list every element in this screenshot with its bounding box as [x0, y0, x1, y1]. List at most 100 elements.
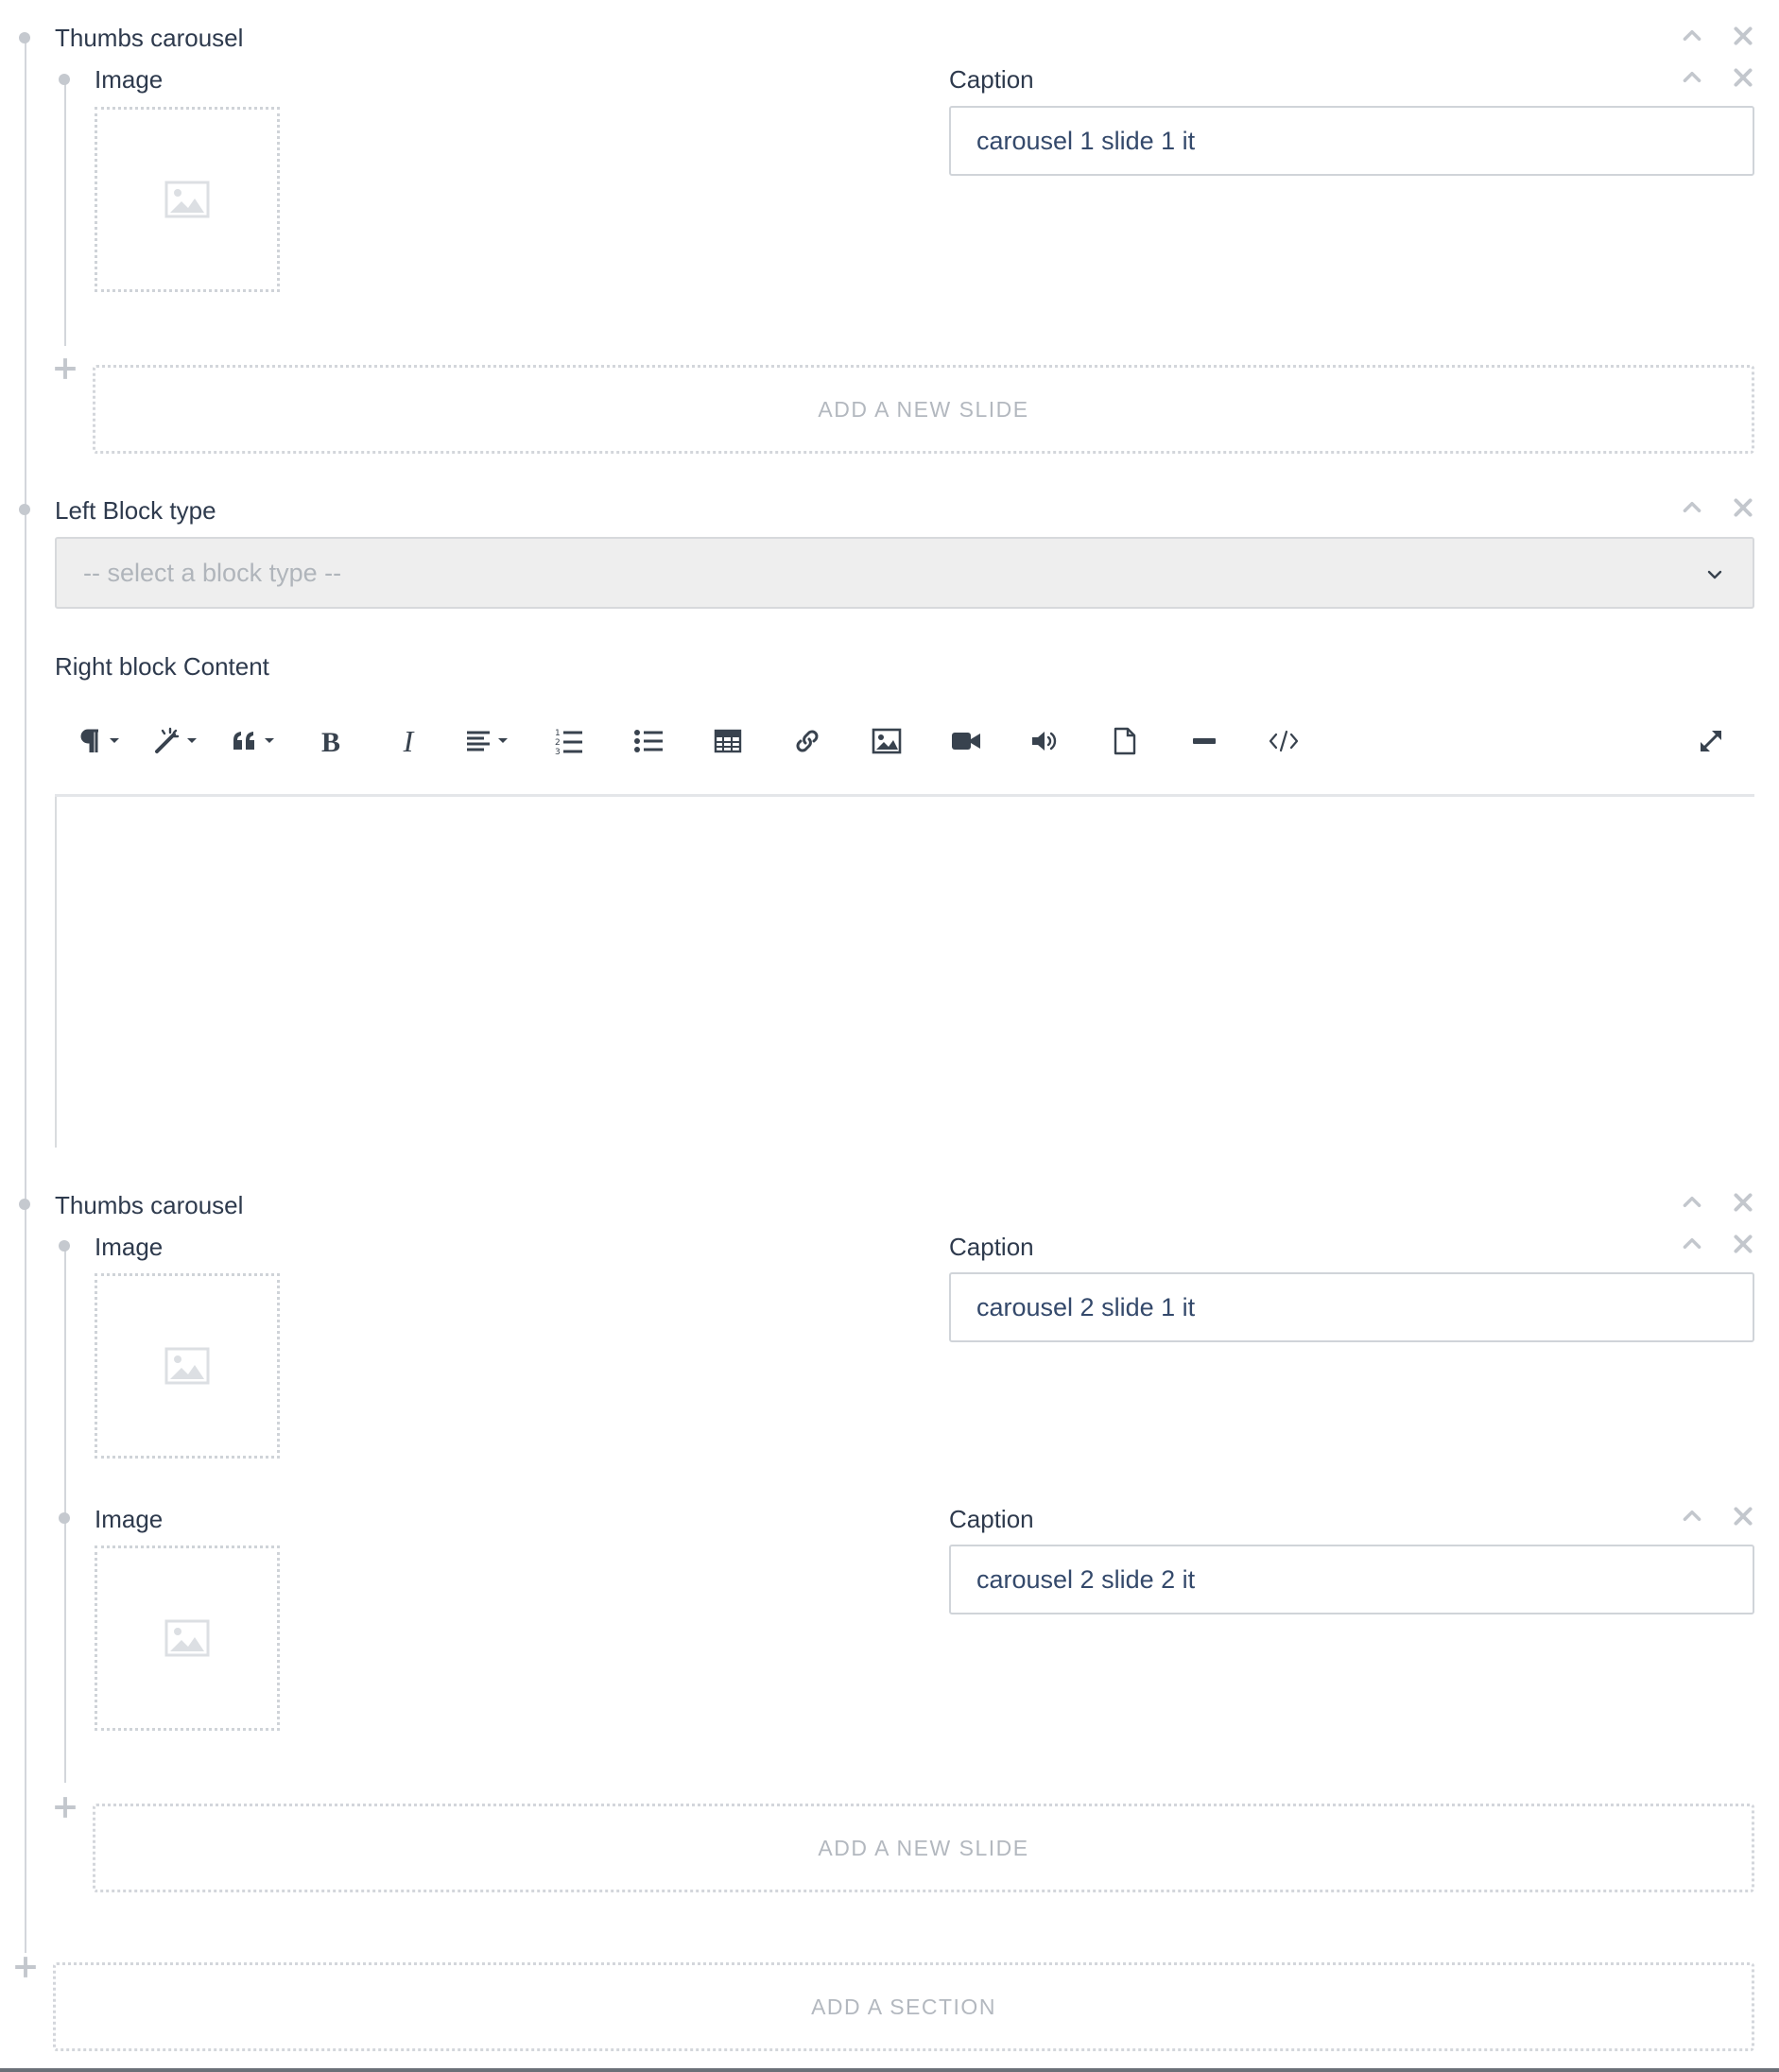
add-slide-plus-icon[interactable]: [53, 1795, 78, 1820]
move-up-button[interactable]: [1679, 64, 1705, 91]
right-block-content-label: Right block Content: [55, 652, 269, 681]
rich-text-editor: B I 123: [55, 690, 1754, 1148]
remove-button[interactable]: [1730, 1189, 1756, 1216]
unordered-list-button[interactable]: [628, 717, 669, 766]
image-placeholder-icon: [164, 181, 210, 218]
section-title: Thumbs carousel: [55, 24, 244, 52]
caption-label: Caption: [949, 65, 1034, 94]
insert-image-button[interactable]: [866, 717, 907, 766]
magic-wand-icon: [155, 727, 197, 753]
table-icon: [714, 729, 742, 753]
link-icon: [796, 730, 819, 752]
fullscreen-icon: [1700, 730, 1722, 752]
code-view-button[interactable]: [1263, 717, 1304, 766]
ordered-list-button[interactable]: 123: [548, 717, 590, 766]
close-icon: [1731, 1232, 1755, 1256]
editor-content-area[interactable]: [55, 797, 1754, 1148]
bold-icon: B: [321, 727, 340, 755]
italic-icon: I: [403, 727, 415, 755]
chevron-up-icon: [1680, 1232, 1704, 1256]
section-title: Thumbs carousel: [55, 1191, 244, 1219]
slide-tree-line: [64, 79, 66, 346]
insert-video-button[interactable]: [945, 717, 987, 766]
table-button[interactable]: [707, 717, 749, 766]
quote-icon: [233, 732, 274, 750]
add-new-slide-button[interactable]: ADD A NEW SLIDE: [93, 1804, 1754, 1892]
add-slide-plus-icon[interactable]: [53, 356, 78, 381]
close-icon: [1731, 1504, 1755, 1528]
tree-node-dot: [19, 1199, 30, 1210]
tree-node-dot: [19, 32, 30, 43]
tree-node-dot: [19, 504, 30, 515]
image-picker[interactable]: [95, 107, 280, 292]
caption-input[interactable]: [949, 1545, 1754, 1614]
block-type-select[interactable]: -- select a block type --: [55, 537, 1754, 609]
chevron-up-icon: [1680, 495, 1704, 520]
left-block-type-label: Left Block type: [55, 496, 216, 525]
tree-node-dot: [59, 1512, 70, 1524]
image-picker[interactable]: [95, 1273, 280, 1459]
chevron-up-icon: [1680, 1504, 1704, 1528]
tree-node-dot: [59, 74, 70, 85]
paragraph-icon: [80, 729, 119, 752]
add-section-plus-icon[interactable]: [13, 1955, 38, 1979]
italic-button[interactable]: I: [388, 717, 429, 766]
caption-label: Caption: [949, 1233, 1034, 1261]
caption-input[interactable]: [949, 106, 1754, 176]
paragraph-format-button[interactable]: [76, 717, 129, 766]
image-placeholder-icon: [164, 1347, 210, 1385]
image-label: Image: [95, 1505, 164, 1533]
move-up-button[interactable]: [1679, 23, 1705, 49]
editor-toolbar: B I 123: [55, 690, 1754, 797]
insert-file-button[interactable]: [1104, 717, 1146, 766]
svg-text:3: 3: [555, 748, 561, 756]
svg-text:1: 1: [555, 729, 561, 738]
ordered-list-icon: 123: [555, 729, 582, 756]
chevron-down-icon: [1707, 570, 1722, 579]
align-icon: [467, 731, 508, 751]
section-tree-line: [25, 38, 26, 1953]
insert-audio-button[interactable]: [1025, 717, 1066, 766]
close-icon: [1731, 24, 1755, 48]
caption-input[interactable]: [949, 1272, 1754, 1342]
svg-text:I: I: [403, 727, 415, 755]
image-picker[interactable]: [95, 1545, 280, 1731]
chevron-up-icon: [1680, 1190, 1704, 1215]
image-label: Image: [95, 65, 164, 94]
quote-button[interactable]: [227, 717, 284, 766]
link-button[interactable]: [786, 717, 828, 766]
close-icon: [1731, 65, 1755, 90]
remove-button[interactable]: [1730, 1231, 1756, 1257]
align-button[interactable]: [461, 717, 518, 766]
bottom-border: [0, 2068, 1779, 2072]
svg-text:B: B: [321, 727, 340, 755]
move-up-button[interactable]: [1679, 1189, 1705, 1216]
audio-icon: [1032, 732, 1057, 751]
remove-button[interactable]: [1730, 64, 1756, 91]
style-button[interactable]: [149, 717, 206, 766]
move-up-button[interactable]: [1679, 1503, 1705, 1529]
image-icon: [872, 728, 902, 754]
chevron-up-icon: [1680, 24, 1704, 48]
add-section-button[interactable]: ADD A SECTION: [53, 1962, 1754, 2051]
move-up-button[interactable]: [1679, 1231, 1705, 1257]
horizontal-rule-button[interactable]: [1183, 717, 1225, 766]
image-placeholder-icon: [164, 1619, 210, 1657]
remove-button[interactable]: [1730, 494, 1756, 521]
horizontal-rule-icon: [1193, 738, 1216, 744]
svg-text:2: 2: [555, 738, 561, 748]
move-up-button[interactable]: [1679, 494, 1705, 521]
tree-node-dot: [59, 1240, 70, 1252]
unordered-list-icon: [634, 730, 663, 752]
caption-label: Caption: [949, 1505, 1034, 1533]
add-new-slide-button[interactable]: ADD A NEW SLIDE: [93, 365, 1754, 454]
close-icon: [1731, 1190, 1755, 1215]
select-placeholder: -- select a block type --: [83, 558, 342, 587]
video-icon: [952, 733, 980, 750]
fullscreen-button[interactable]: [1690, 717, 1732, 766]
remove-button[interactable]: [1730, 23, 1756, 49]
remove-button[interactable]: [1730, 1503, 1756, 1529]
code-view-icon: [1269, 730, 1299, 752]
bold-button[interactable]: B: [310, 717, 352, 766]
image-label: Image: [95, 1233, 164, 1261]
